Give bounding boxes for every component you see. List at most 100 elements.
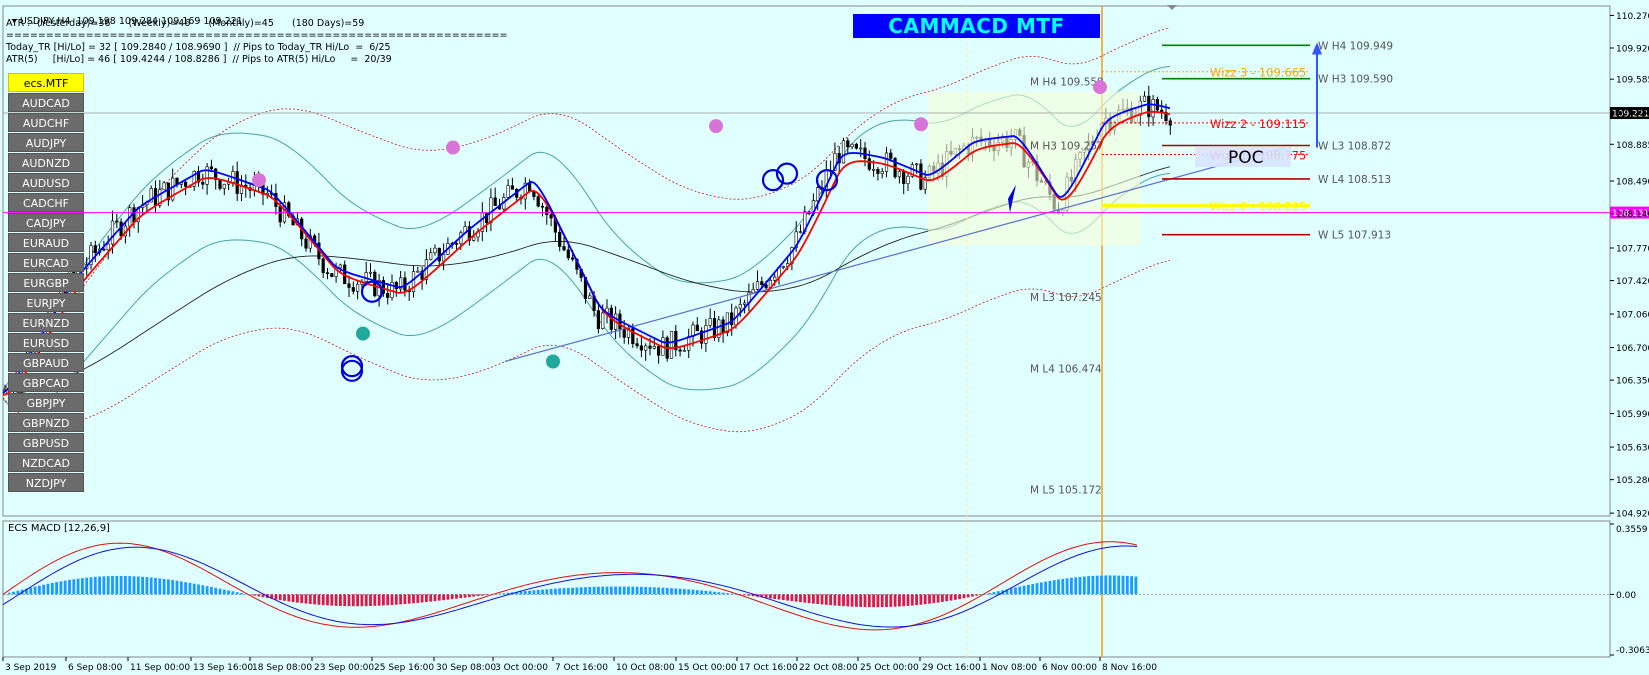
macd-histogram-bar xyxy=(1048,580,1052,595)
wizz-level-label: Wizz 0 - 108.225 xyxy=(1210,200,1306,214)
symbol-button-nzdjpy[interactable]: NZDJPY xyxy=(8,473,84,492)
price-candle-body xyxy=(209,166,214,170)
macd-histogram-bar xyxy=(769,594,772,599)
macd-histogram-bar xyxy=(390,594,394,606)
symbol-button-audjpy[interactable]: AUDJPY xyxy=(8,133,84,152)
macd-histogram-bar xyxy=(158,578,162,595)
macd-histogram-bar xyxy=(704,590,708,595)
symbol-button-eurusd[interactable]: EURUSD xyxy=(8,333,84,352)
symbol-button-gbpjpy[interactable]: GBPJPY xyxy=(8,393,84,412)
symbol-button-audchf[interactable]: AUDCHF xyxy=(8,113,84,132)
macd-histogram-bar xyxy=(188,582,192,595)
pivot-label: M L3 107.245 xyxy=(1030,292,1102,304)
symbol-button-eurgbp[interactable]: EURGBP xyxy=(8,273,84,292)
symbol-button-gbpusd[interactable]: GBPUSD xyxy=(8,433,84,452)
macd-histogram-bar xyxy=(162,578,166,595)
macd-histogram-bar xyxy=(240,593,243,595)
macd-histogram-bar xyxy=(945,594,949,602)
macd-histogram-bar xyxy=(141,576,144,595)
macd-histogram-bar xyxy=(167,579,170,595)
macd-histogram-bar xyxy=(648,587,652,595)
x-axis-tick-label: 15 Oct 00:00 xyxy=(678,663,737,673)
symbol-button-eurjpy[interactable]: EURJPY xyxy=(8,293,84,312)
macd-histogram-bar xyxy=(657,587,660,595)
price-candle-body xyxy=(622,328,626,338)
symbol-button-gbpaud[interactable]: GBPAUD xyxy=(8,353,84,372)
symbol-button-ecs-mtf[interactable]: ecs.MTF xyxy=(8,73,84,92)
price-candle-body xyxy=(506,185,510,198)
macd-histogram-bar xyxy=(253,594,256,596)
price-candle-body xyxy=(708,318,712,326)
price-candle-body xyxy=(880,171,884,174)
macd-histogram-bar xyxy=(691,589,695,595)
y-axis-tick-label: 107.060 xyxy=(1616,311,1649,321)
symbol-button-gbpnzd[interactable]: GBPNZD xyxy=(8,413,84,432)
price-candle-body xyxy=(773,276,777,281)
macd-histogram-bar xyxy=(652,587,656,595)
price-candle-body xyxy=(558,231,562,247)
macd-histogram-bar xyxy=(786,594,789,601)
signal-dot-teal xyxy=(546,354,560,369)
symbol-button-eurnzd[interactable]: EURNZD xyxy=(8,313,84,332)
price-candle-body xyxy=(429,252,433,260)
price-candle-body xyxy=(906,175,910,184)
price-candle-body xyxy=(760,281,764,286)
macd-histogram-bar xyxy=(502,593,506,595)
y-axis-tick-label: 108.885 xyxy=(1616,141,1649,151)
symbol-button-nzdcad[interactable]: NZDCAD xyxy=(8,453,84,472)
macd-histogram-bar xyxy=(558,588,562,595)
macd-histogram-bar xyxy=(339,594,342,606)
macd-histogram-bar xyxy=(1035,583,1039,595)
macd-histogram-bar xyxy=(399,594,402,605)
price-candle-body xyxy=(902,171,906,184)
x-axis-tick-label: 29 Oct 16:00 xyxy=(922,663,981,673)
symbol-button-cadchf[interactable]: CADCHF xyxy=(8,193,84,212)
macd-histogram-bar xyxy=(971,594,974,597)
macd-histogram-bar xyxy=(420,594,424,603)
macd-histogram-bar xyxy=(1104,575,1108,595)
symbol-button-cadjpy[interactable]: CADJPY xyxy=(8,213,84,232)
macd-histogram-bar xyxy=(412,594,415,604)
y-axis-tick-label: 108.490 xyxy=(1616,178,1649,188)
macd-histogram-bar xyxy=(889,594,893,607)
symbol-button-eurcad[interactable]: EURCAD xyxy=(8,253,84,272)
y-axis-tick-label: 108.140 xyxy=(1616,210,1649,220)
price-candle-body xyxy=(549,214,553,219)
macd-histogram-bar xyxy=(476,594,480,597)
signal-dot-magenta xyxy=(252,173,266,188)
price-candle-body xyxy=(648,345,652,349)
symbol-button-audnzd[interactable]: AUDNZD xyxy=(8,153,84,172)
macd-histogram-bar xyxy=(575,587,579,595)
x-axis-tick-label: 25 Oct 00:00 xyxy=(860,663,919,673)
signal-dot-magenta xyxy=(709,119,723,134)
macd-histogram-bar xyxy=(824,594,828,605)
macd-histogram-bar xyxy=(179,581,183,595)
price-candle-body xyxy=(93,245,97,254)
macd-histogram-bar xyxy=(609,586,613,595)
y-axis-tick-label: 107.770 xyxy=(1616,245,1649,255)
macd-histogram-bar xyxy=(46,583,50,595)
macd-histogram-bar xyxy=(958,594,961,600)
price-candle-body xyxy=(278,206,282,223)
macd-histogram-bar xyxy=(915,594,918,606)
macd-histogram-bar xyxy=(820,594,824,605)
y-axis-tick-label: 106.700 xyxy=(1616,344,1649,354)
macd-histogram-bar xyxy=(898,594,901,607)
price-candle-body xyxy=(162,182,166,191)
symbol-button-euraud[interactable]: EURAUD xyxy=(8,233,84,252)
price-candle-body xyxy=(1151,99,1155,118)
price-candle-body xyxy=(846,140,850,148)
price-candle-body xyxy=(184,181,188,187)
price-candle-body xyxy=(588,295,592,299)
macd-histogram-bar xyxy=(953,594,957,600)
symbol-button-gbpcad[interactable]: GBPCAD xyxy=(8,373,84,392)
macd-histogram-bar xyxy=(29,587,33,595)
symbol-button-audcad[interactable]: AUDCAD xyxy=(8,93,84,112)
macd-histogram-bar xyxy=(283,594,286,601)
symbol-button-audusd[interactable]: AUDUSD xyxy=(8,173,84,192)
macd-histogram-bar xyxy=(175,580,179,595)
macd-histogram-bar xyxy=(1018,586,1022,595)
macd-histogram-bar xyxy=(192,583,196,595)
macd-histogram-bar xyxy=(351,594,355,607)
x-axis-tick-label: 11 Sep 00:00 xyxy=(130,663,190,673)
